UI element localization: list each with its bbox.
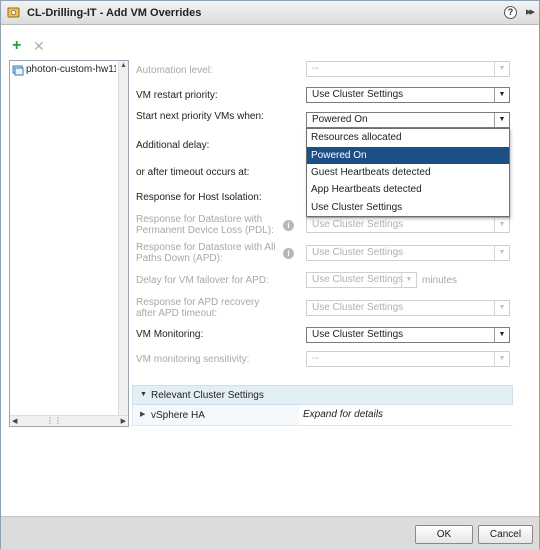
list-item[interactable]: photon-custom-hw11	[12, 63, 116, 77]
vsphere-ha-row[interactable]: ▶ vSphere HA Expand for details	[132, 405, 513, 426]
apd-recovery-select: Use Cluster Settings ▼	[306, 300, 510, 316]
scroll-right-icon[interactable]: ▶	[121, 417, 126, 425]
dropdown-option-selected[interactable]: Powered On	[307, 147, 509, 164]
pdl-select: Use Cluster Settings ▼	[306, 217, 510, 233]
add-icon[interactable]: +	[12, 38, 21, 54]
dialog-footer: OK Cancel	[1, 516, 539, 549]
chevron-down-icon[interactable]: ▼	[140, 391, 147, 398]
vm-monitoring-label: VM Monitoring:	[136, 329, 204, 340]
apd-label: Response for Datastore with All Paths Do…	[136, 242, 276, 264]
vsphere-ha-label: vSphere HA	[151, 410, 205, 421]
vertical-scrollbar[interactable]: ▲	[118, 61, 128, 415]
apd-delay-label: Delay for VM failover for APD:	[136, 275, 269, 286]
relevant-settings-header[interactable]: ▼ Relevant Cluster Settings	[132, 385, 513, 405]
apd-recovery-label: Response for APD recovery after APD time…	[136, 297, 259, 319]
apd-select: Use Cluster Settings ▼	[306, 245, 510, 261]
additional-delay-label: Additional delay:	[136, 140, 210, 151]
apd-recovery-value: Use Cluster Settings	[312, 302, 404, 313]
chevron-down-icon[interactable]: ▼	[494, 88, 509, 102]
apd-label-line1: Response for Datastore with All	[136, 242, 276, 253]
vsphere-ha-value: Expand for details	[299, 405, 513, 425]
dropdown-option[interactable]: App Heartbeats detected	[307, 181, 509, 198]
scroll-left-icon[interactable]: ◀	[12, 417, 17, 425]
chevron-right-icon[interactable]: ▶	[140, 410, 145, 418]
start-next-priority-value: Powered On	[312, 114, 368, 125]
automation-level-value: --	[312, 63, 319, 74]
pdl-label-line2: Permanent Device Loss (PDL):	[136, 225, 274, 236]
vm-monitoring-sensitivity-label: VM monitoring sensitivity:	[136, 354, 250, 365]
apd-value: Use Cluster Settings	[312, 247, 404, 258]
chevron-down-icon: ▼	[401, 273, 416, 287]
vm-monitoring-select[interactable]: Use Cluster Settings ▼	[306, 327, 510, 343]
info-icon[interactable]: i	[283, 220, 294, 231]
apd-delay-value: Use Cluster Settings	[312, 274, 404, 285]
title-bar: CL-Drilling-IT - Add VM Overrides ? ▸▸	[1, 1, 539, 25]
vm-restart-priority-value: Use Cluster Settings	[312, 89, 404, 100]
scroll-up-icon[interactable]: ▲	[120, 62, 127, 69]
vm-name: photon-custom-hw11	[26, 64, 116, 75]
vm-list[interactable]: photon-custom-hw11 ▲ ◀ ⋮⋮ ▶	[9, 60, 129, 427]
dropdown-option[interactable]: Guest Heartbeats detected	[307, 164, 509, 181]
start-next-priority-label: Start next priority VMs when:	[136, 111, 264, 122]
host-isolation-label: Response for Host Isolation:	[136, 192, 262, 203]
apd-recovery-label-line1: Response for APD recovery	[136, 297, 260, 308]
scroll-grip-icon[interactable]: ⋮⋮	[46, 416, 62, 425]
apd-recovery-label-line2: after APD timeout:	[136, 308, 218, 319]
vm-restart-priority-select[interactable]: Use Cluster Settings ▼	[306, 87, 510, 103]
dialog-title: CL-Drilling-IT - Add VM Overrides	[27, 7, 202, 19]
chevron-down-icon[interactable]: ▼	[494, 328, 509, 342]
relevant-cluster-settings: ▼ Relevant Cluster Settings ▶ vSphere HA…	[132, 385, 513, 426]
chevron-down-icon: ▼	[494, 62, 509, 76]
automation-level-select: -- ▼	[306, 61, 510, 77]
vm-monitoring-sensitivity-value: --	[312, 353, 319, 364]
start-next-priority-select[interactable]: Powered On ▼	[306, 112, 510, 128]
info-icon[interactable]: i	[283, 248, 294, 259]
apd-label-line2: Paths Down (APD):	[136, 253, 223, 264]
help-icon[interactable]: ?	[504, 6, 517, 19]
chevron-down-icon: ▼	[494, 352, 509, 366]
add-vm-overrides-dialog: CL-Drilling-IT - Add VM Overrides ? ▸▸ +…	[0, 0, 540, 549]
cancel-button[interactable]: Cancel	[478, 525, 533, 544]
expand-icon[interactable]: ▸▸	[526, 5, 535, 18]
chevron-down-icon: ▼	[494, 301, 509, 315]
pdl-label-line1: Response for Datastore with	[136, 214, 263, 225]
chevron-down-icon: ▼	[494, 246, 509, 260]
vm-restart-priority-label: VM restart priority:	[136, 90, 218, 101]
pdl-label: Response for Datastore with Permanent De…	[136, 214, 274, 236]
chevron-down-icon: ▼	[494, 218, 509, 232]
vm-overrides-icon	[7, 7, 20, 18]
dropdown-option[interactable]: Resources allocated	[307, 129, 509, 146]
pdl-value: Use Cluster Settings	[312, 219, 404, 230]
automation-level-label: Automation level:	[136, 65, 213, 76]
dropdown-option[interactable]: Use Cluster Settings	[307, 199, 509, 216]
timeout-label: or after timeout occurs at:	[136, 167, 250, 178]
vm-icon	[12, 65, 24, 76]
ok-button[interactable]: OK	[415, 525, 473, 544]
horizontal-scrollbar[interactable]: ◀ ⋮⋮ ▶	[10, 415, 128, 426]
apd-delay-unit: minutes	[422, 275, 458, 286]
vm-monitoring-value: Use Cluster Settings	[312, 329, 404, 340]
start-next-priority-dropdown[interactable]: Resources allocated Powered On Guest Hea…	[306, 128, 510, 217]
relevant-settings-title: Relevant Cluster Settings	[151, 390, 264, 401]
vm-monitoring-sensitivity-select: -- ▼	[306, 351, 510, 367]
chevron-down-icon[interactable]: ▼	[494, 113, 509, 127]
remove-icon[interactable]: ✕	[33, 38, 45, 54]
apd-delay-select: Use Cluster Settings ▼	[306, 272, 417, 288]
